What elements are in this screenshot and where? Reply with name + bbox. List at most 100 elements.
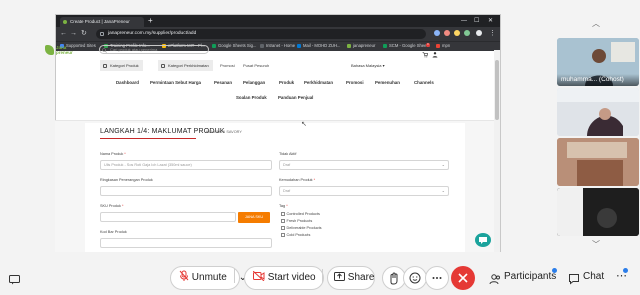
grid-icon: [161, 63, 165, 68]
unmute-label: Unmute: [191, 272, 227, 283]
extension-icon[interactable]: [464, 30, 470, 36]
nav-dashboard[interactable]: Dashboard: [116, 80, 139, 85]
participant-tile[interactable]: [557, 88, 639, 136]
category-product-button[interactable]: Kategori Produk: [100, 60, 143, 71]
generate-sku-button[interactable]: JANA SKU: [238, 212, 270, 223]
share-button[interactable]: Share: [327, 266, 375, 290]
bookmark-item[interactable]: mpn: [436, 41, 450, 51]
share-screen-icon: [334, 272, 345, 281]
back-icon[interactable]: ←: [60, 27, 67, 41]
promo-link[interactable]: Promosi: [220, 60, 235, 71]
scrollbar-thumb[interactable]: [495, 60, 499, 120]
nav-fulfilment[interactable]: Pemenuhan: [375, 80, 400, 85]
required-marker: *: [124, 152, 126, 156]
janapreneur-logo-icon[interactable]: [45, 45, 54, 55]
bookmark-icon: [297, 43, 301, 48]
forward-icon[interactable]: →: [70, 27, 77, 41]
chat-icon[interactable]: [568, 272, 580, 285]
tag-checkbox[interactable]: Cold Products: [281, 233, 310, 237]
bookmark-item[interactable]: Mail - MOHD ZUH...: [297, 41, 340, 51]
participants-icon[interactable]: [489, 272, 501, 285]
live-chat-button[interactable]: [475, 233, 491, 247]
extension-icon[interactable]: [454, 30, 460, 36]
nav-seller-guide[interactable]: Panduan Penjual: [278, 95, 313, 100]
browser-menu-icon[interactable]: ⋮: [489, 27, 496, 41]
nav-product-questions[interactable]: Soalan Produk: [236, 95, 267, 100]
checkbox-icon: [281, 212, 285, 216]
scroll-up-icon[interactable]: ︿: [589, 19, 603, 29]
title-underline: [100, 138, 196, 139]
nav-customers[interactable]: Pelanggan: [243, 80, 265, 85]
smiley-icon: [409, 272, 421, 284]
bookmark-item[interactable]: janapreneur: [347, 41, 375, 51]
leave-meeting-button[interactable]: [451, 266, 475, 290]
start-video-button[interactable]: Start video ⌄: [244, 266, 336, 290]
required-marker: *: [313, 178, 316, 182]
user-icon[interactable]: [432, 45, 438, 58]
sku-input[interactable]: [100, 212, 236, 222]
status-select[interactable]: Draf ⌄: [279, 160, 449, 170]
participant-tile[interactable]: [557, 188, 639, 236]
nav-products[interactable]: Produk: [279, 80, 294, 85]
extension-icon[interactable]: [444, 30, 450, 36]
reload-icon[interactable]: ↻: [81, 27, 87, 41]
tag-checkbox[interactable]: Controlled Products: [281, 212, 320, 216]
checkbox-icon: [281, 219, 285, 223]
chat-button[interactable]: Chat: [583, 271, 604, 282]
nav-orders[interactable]: Pesanan: [214, 80, 232, 85]
close-window-icon[interactable]: ✕: [488, 15, 493, 27]
more-options-button[interactable]: [425, 266, 449, 290]
category-service-button[interactable]: Kategori Perkhidmatan: [158, 60, 213, 71]
grid-icon: [103, 63, 107, 68]
nav-services[interactable]: Perkhidmatan: [304, 80, 333, 85]
cart-icon[interactable]: 0: [422, 43, 430, 58]
notification-dot: [623, 268, 628, 273]
unmute-button[interactable]: Unmute ⌄: [170, 266, 247, 290]
lock-icon: [100, 32, 104, 36]
mouse-cursor-icon: ↖: [301, 121, 307, 128]
site-search-input[interactable]: Cari produk atau penerima: [99, 45, 209, 54]
maximize-icon[interactable]: ☐: [474, 15, 479, 27]
barcode-label: Kod Bar Produk: [100, 230, 127, 234]
nav-rfq[interactable]: Permintaan Sebut Harga: [150, 80, 201, 85]
bookmark-item[interactable]: Intranet - Home: [260, 41, 295, 51]
extension-icon[interactable]: [434, 30, 440, 36]
required-marker: *: [121, 204, 124, 208]
scroll-down-icon[interactable]: ﹀: [589, 240, 603, 250]
product-name-input[interactable]: Ulis Produk - Sos Roti Gaja Ich Lazat (3…: [100, 160, 272, 170]
profile-avatar-icon[interactable]: [476, 30, 482, 36]
tab-title: Create Product | JanaPreneur: [70, 19, 130, 24]
participants-button[interactable]: Participants: [504, 271, 556, 282]
barcode-input[interactable]: [100, 238, 272, 248]
nav-channels[interactable]: Channels: [414, 80, 434, 85]
participant-tile[interactable]: [557, 138, 639, 186]
tag-checkbox[interactable]: Deliverable Products: [281, 226, 322, 230]
checkbox-icon: [281, 233, 285, 237]
product-name-label: Nama Produk *: [100, 152, 126, 156]
minimize-icon[interactable]: —: [461, 15, 467, 27]
participant-tile[interactable]: muhamma... (Cohost): [557, 38, 639, 86]
notification-dot: [552, 268, 557, 273]
more-icon: [432, 277, 442, 279]
form-step-subtitle: KEMPAKNI SAVORY: [206, 130, 242, 134]
url-field[interactable]: janapreneur.com.my/supplier/product/add: [96, 29, 426, 39]
captions-icon[interactable]: [9, 272, 20, 285]
button-divider: [233, 269, 235, 283]
bookmark-item[interactable]: Google Sheets Sig...: [212, 41, 256, 51]
tag-checkbox[interactable]: Fresh Products: [281, 219, 312, 223]
reactions-button[interactable]: [403, 266, 427, 290]
start-video-label: Start video: [267, 272, 316, 283]
language-selector[interactable]: Bahasa Malaysia ▾: [351, 60, 385, 71]
button-divider: [322, 269, 324, 283]
category-select[interactable]: Draf ⌄: [279, 186, 449, 196]
new-tab-icon[interactable]: +: [148, 16, 153, 26]
url-text: janapreneur.com.my/supplier/product/add: [108, 31, 197, 36]
required-marker: *: [286, 204, 288, 208]
short-description-input[interactable]: [100, 186, 272, 196]
participant-name: muhamma... (Cohost): [561, 76, 624, 83]
site-logo[interactable]: Jana preneur: [56, 45, 82, 55]
browser-tab[interactable]: Create Product | JanaPreneur: [60, 17, 144, 27]
nav-promotions[interactable]: Promosi: [346, 80, 364, 85]
help-center-link[interactable]: Pusat Pesuruh: [243, 60, 269, 71]
participant-video: [557, 188, 639, 236]
